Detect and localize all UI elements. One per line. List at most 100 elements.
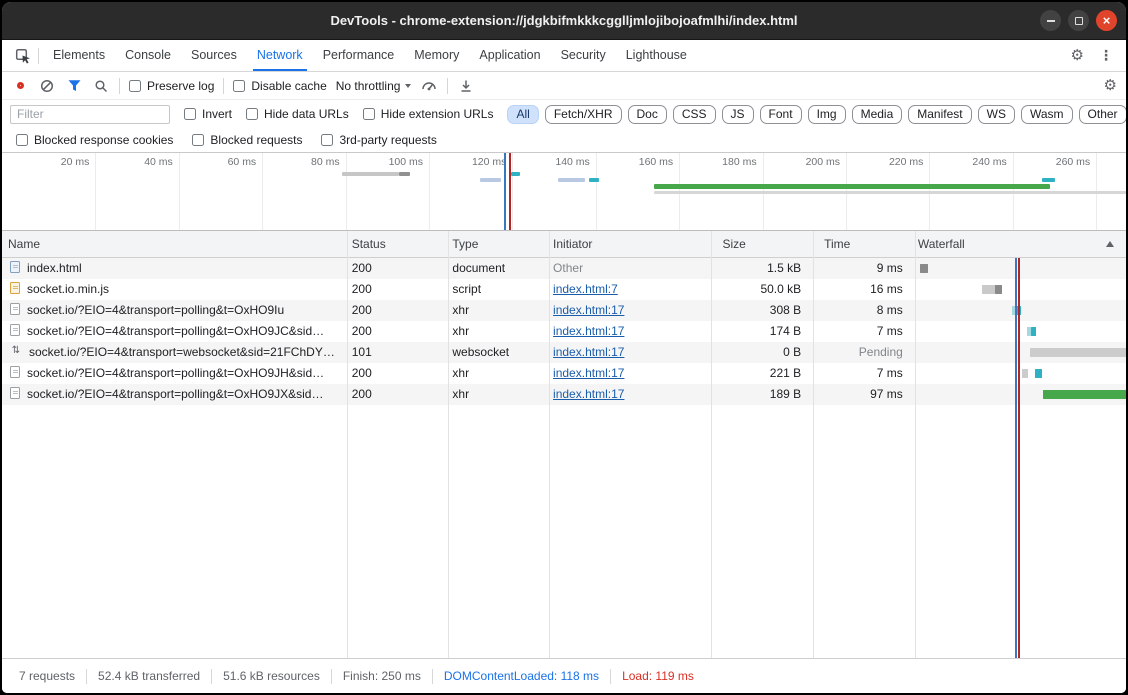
import-har-button[interactable] [457, 77, 475, 95]
search-button[interactable] [92, 77, 110, 95]
initiator-link[interactable]: index.html:17 [553, 345, 624, 359]
overview-bar [511, 172, 520, 176]
table-row[interactable]: socket.io/?EIO=4&transport=polling&t=OxH… [2, 300, 1126, 321]
tabbar-right: ⚙ ⋮ [1071, 47, 1126, 64]
time-cell: 16 ms [810, 279, 912, 300]
initiator-link[interactable]: index.html:17 [553, 387, 624, 401]
overview-bar [654, 191, 1126, 194]
waterfall-header-label: Waterfall [918, 237, 965, 251]
titlebar[interactable]: DevTools - chrome-extension://jdgkbifmkk… [2, 2, 1126, 40]
filter-pill-ws[interactable]: WS [978, 105, 1015, 124]
column-header-name[interactable]: Name [2, 231, 346, 257]
inspect-element-button[interactable] [8, 40, 38, 71]
column-header-type[interactable]: Type [446, 231, 547, 257]
type-cell: websocket [446, 342, 547, 363]
invert-checkbox[interactable]: Invert [184, 107, 232, 121]
filter-pill-manifest[interactable]: Manifest [908, 105, 971, 124]
type-cell: document [446, 258, 547, 279]
status-cell: 200 [346, 279, 447, 300]
time-cell: 9 ms [810, 258, 912, 279]
divider [119, 78, 120, 94]
table-row[interactable]: socket.io/?EIO=4&transport=polling&t=OxH… [2, 321, 1126, 342]
load-time: Load: 119 ms [611, 669, 705, 684]
column-header-size[interactable]: Size [708, 231, 810, 257]
close-icon: × [1103, 13, 1111, 28]
settings-gear-icon[interactable]: ⚙ [1071, 48, 1084, 63]
minimize-button[interactable] [1040, 10, 1061, 31]
initiator-link[interactable]: index.html:17 [553, 366, 624, 380]
column-header-waterfall[interactable]: Waterfall [912, 231, 1126, 257]
tab-network[interactable]: Network [247, 40, 313, 71]
table-row[interactable]: socket.io/?EIO=4&transport=polling&t=OxH… [2, 384, 1126, 405]
hide-extension-urls-checkbox[interactable]: Hide extension URLs [363, 107, 494, 121]
waterfall-cell [912, 342, 1126, 363]
tab-application[interactable]: Application [469, 40, 550, 71]
tab-sources[interactable]: Sources [181, 40, 247, 71]
requests-table-body: index.html200documentOther1.5 kB9 mssock… [2, 258, 1126, 405]
third-party-requests-checkbox[interactable]: 3rd-party requests [321, 133, 436, 147]
blocked-requests-checkbox[interactable]: Blocked requests [192, 133, 302, 147]
table-row[interactable]: index.html200documentOther1.5 kB9 ms [2, 258, 1126, 279]
tab-elements[interactable]: Elements [43, 40, 115, 71]
throttling-dropdown[interactable]: No throttling [336, 79, 412, 93]
filter-pill-font[interactable]: Font [760, 105, 802, 124]
filter-pill-js[interactable]: JS [722, 105, 754, 124]
xhr-icon [10, 303, 20, 315]
initiator-link[interactable]: index.html:7 [553, 282, 618, 296]
name-cell: socket.io/?EIO=4&transport=polling&t=OxH… [2, 321, 346, 342]
filter-toggle-button[interactable] [65, 77, 83, 95]
tab-memory[interactable]: Memory [404, 40, 469, 71]
devtools-window: DevTools - chrome-extension://jdgkbifmkk… [2, 2, 1126, 693]
blocked-response-cookies-checkbox[interactable]: Blocked response cookies [16, 133, 173, 147]
filter-pill-all[interactable]: All [507, 105, 538, 124]
tab-lighthouse[interactable]: Lighthouse [616, 40, 697, 71]
filter-pill-fetch-xhr[interactable]: Fetch/XHR [545, 105, 622, 124]
column-header-time[interactable]: Time [810, 231, 912, 257]
network-conditions-button[interactable] [420, 77, 438, 95]
overview-tick-label: 200 ms [780, 156, 840, 168]
filter-pill-other[interactable]: Other [1079, 105, 1126, 124]
overview-tick-label: 120 ms [446, 156, 506, 168]
initiator-link[interactable]: index.html:17 [553, 303, 624, 317]
table-row[interactable]: ⇅socket.io/?EIO=4&transport=websocket&si… [2, 342, 1126, 363]
tab-performance[interactable]: Performance [313, 40, 405, 71]
initiator-link[interactable]: index.html:17 [553, 324, 624, 338]
request-name: socket.io/?EIO=4&transport=polling&t=OxH… [27, 366, 324, 380]
overview-gridline [512, 153, 513, 230]
record-button[interactable] [11, 77, 29, 95]
record-icon [17, 82, 24, 89]
close-button[interactable]: × [1096, 10, 1117, 31]
more-options-icon[interactable]: ⋮ [1099, 47, 1113, 64]
table-row[interactable]: socket.io/?EIO=4&transport=polling&t=OxH… [2, 363, 1126, 384]
table-row[interactable]: socket.io.min.js200scriptindex.html:750.… [2, 279, 1126, 300]
websocket-icon: ⇅ [10, 345, 22, 357]
waterfall-bar [1031, 327, 1036, 336]
filter-pill-media[interactable]: Media [852, 105, 903, 124]
tab-console[interactable]: Console [115, 40, 181, 71]
clear-button[interactable] [38, 77, 56, 95]
status-cell: 200 [346, 363, 447, 384]
script-icon [10, 282, 20, 294]
waterfall-bar [920, 264, 928, 273]
overview-tick-label: 220 ms [863, 156, 923, 168]
disable-cache-checkbox[interactable]: Disable cache [233, 79, 326, 93]
tab-strip: ElementsConsoleSourcesNetworkPerformance… [43, 40, 697, 71]
filter-pill-wasm[interactable]: Wasm [1021, 105, 1073, 124]
waterfall-bar [1016, 306, 1021, 315]
network-settings-gear-icon[interactable]: ⚙ [1104, 78, 1117, 93]
time-cell: 7 ms [810, 363, 912, 384]
column-header-initiator[interactable]: Initiator [547, 231, 708, 257]
type-cell: xhr [446, 321, 547, 342]
preserve-log-checkbox[interactable]: Preserve log [129, 79, 214, 93]
overview-gridline [95, 153, 96, 230]
filter-pill-doc[interactable]: Doc [628, 105, 667, 124]
column-header-status[interactable]: Status [346, 231, 447, 257]
filter-pill-css[interactable]: CSS [673, 105, 716, 124]
filter-input[interactable] [10, 105, 170, 124]
tab-security[interactable]: Security [551, 40, 616, 71]
filter-pill-img[interactable]: Img [808, 105, 846, 124]
maximize-button[interactable] [1068, 10, 1089, 31]
timeline-overview[interactable]: 20 ms40 ms60 ms80 ms100 ms120 ms140 ms16… [2, 153, 1126, 231]
hide-data-urls-checkbox[interactable]: Hide data URLs [246, 107, 349, 121]
devtools-tabbar: ElementsConsoleSourcesNetworkPerformance… [2, 40, 1126, 72]
